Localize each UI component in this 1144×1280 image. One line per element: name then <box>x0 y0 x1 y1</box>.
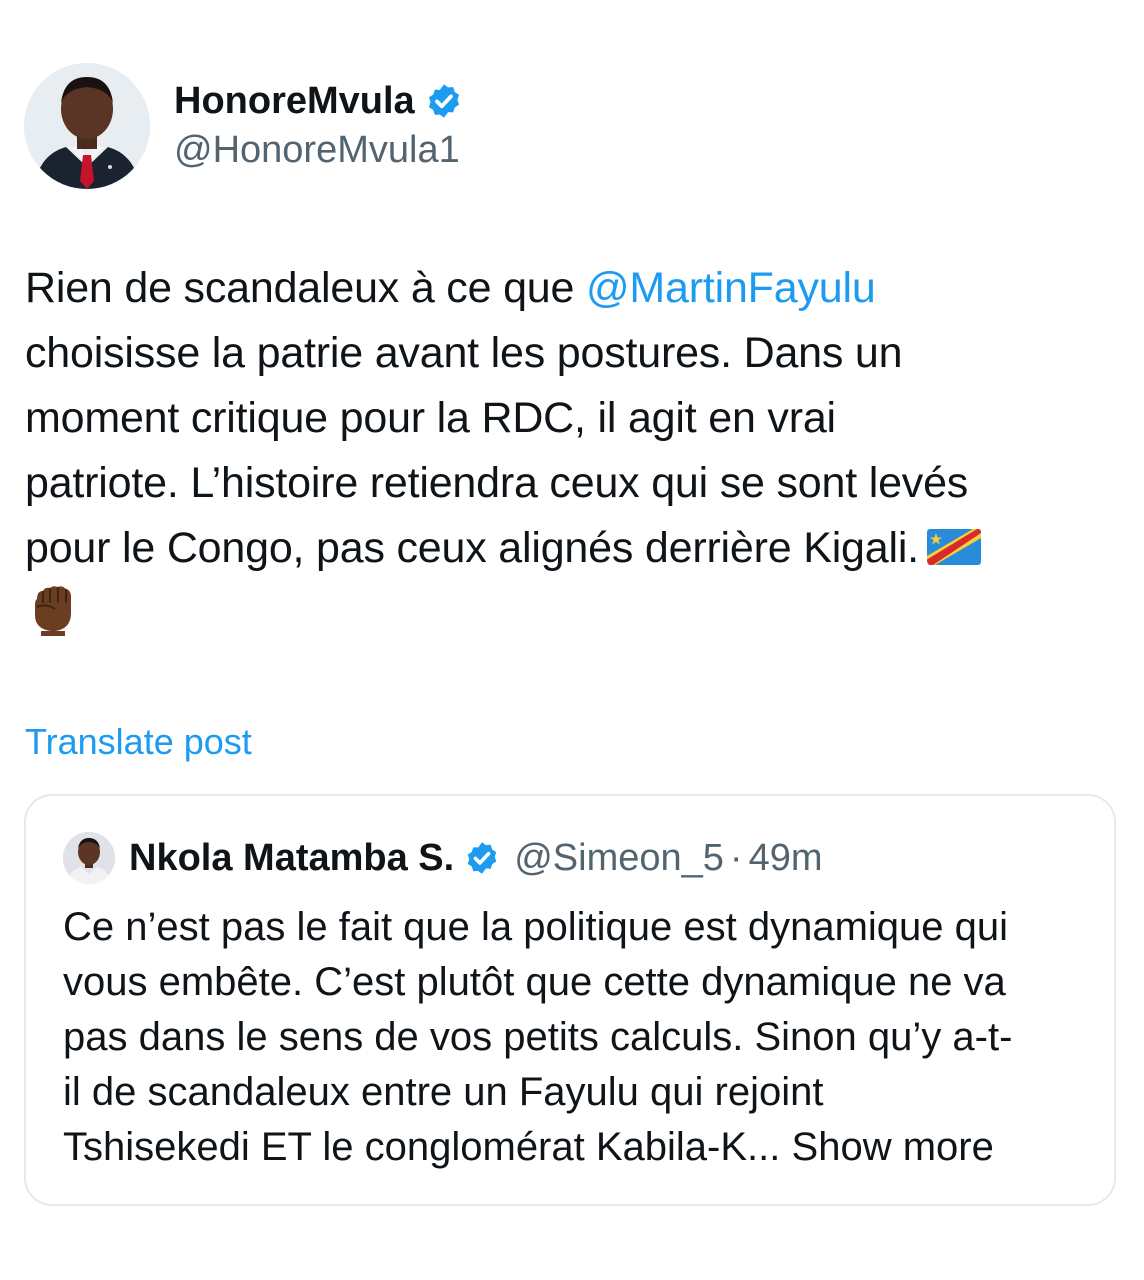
post-line: Rien de scandaleux à ce que @MartinFayul… <box>25 256 1125 321</box>
quoted-line: il de scandaleux entre un Fayulu qui rej… <box>63 1070 824 1114</box>
post-line: moment critique pour la RDC, il agit en … <box>25 394 836 442</box>
post-header: HonoreMvula @HonoreMvula1 <box>24 63 463 189</box>
quoted-post-text: Ce n’est pas le fait que la politique es… <box>63 900 1093 1175</box>
translate-post-link[interactable]: Translate post <box>25 718 252 766</box>
post-text: Rien de scandaleux à ce que @MartinFayul… <box>25 256 1125 646</box>
quoted-line: pas dans le sens de vos petits calculs. … <box>63 1015 1013 1059</box>
quoted-post-timestamp[interactable]: 49m <box>749 837 823 880</box>
flag-drc-icon <box>926 519 981 565</box>
verified-badge-icon <box>425 82 463 120</box>
post-line: choisisse la patrie avant les postures. … <box>25 329 903 377</box>
quoted-line-text: Tshisekedi ET le conglomérat Kabila-K... <box>63 1125 781 1169</box>
post-line-text: pour le Congo, pas ceux alignés derrière… <box>25 524 919 572</box>
verified-badge-icon <box>464 840 500 876</box>
author-avatar[interactable] <box>24 63 150 189</box>
mention-link[interactable]: @MartinFayulu <box>586 264 876 312</box>
author-handle[interactable]: @HonoreMvula1 <box>174 125 463 175</box>
quoted-author-handle[interactable]: @Simeon_5 <box>514 837 724 880</box>
separator-dot: · <box>729 836 743 879</box>
post-line: patriote. L’histoire retiendra ceux qui … <box>25 459 969 507</box>
quoted-line: vous embête. C’est plutôt que cette dyna… <box>63 960 1006 1004</box>
post-line: pour le Congo, pas ceux alignés derrière… <box>25 516 1125 581</box>
quoted-post-card[interactable]: Nkola Matamba S. @Simeon_5 · 49m Ce n’es… <box>24 794 1116 1206</box>
quoted-line: Tshisekedi ET le conglomérat Kabila-K...… <box>63 1120 1093 1175</box>
post-line-text: Rien de scandaleux à ce que <box>25 264 586 312</box>
quoted-author-name[interactable]: Nkola Matamba S. <box>129 837 454 880</box>
quoted-author-avatar[interactable] <box>63 832 115 884</box>
quoted-post-header: Nkola Matamba S. @Simeon_5 · 49m <box>63 832 822 884</box>
post-line <box>25 581 1125 646</box>
author-display-name[interactable]: HonoreMvula <box>174 77 415 125</box>
author-meta: HonoreMvula @HonoreMvula1 <box>174 77 463 175</box>
quoted-line: Ce n’est pas le fait que la politique es… <box>63 905 1009 949</box>
raised-fist-icon <box>25 581 81 637</box>
author-name-row: HonoreMvula <box>174 77 463 125</box>
show-more-link[interactable]: Show more <box>792 1125 994 1169</box>
